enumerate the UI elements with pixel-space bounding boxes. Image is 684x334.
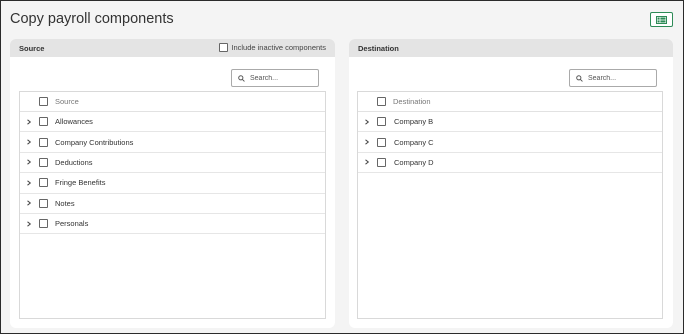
list-item-label: Allowances: [55, 117, 93, 127]
chevron-right-icon[interactable]: [363, 118, 371, 126]
chevron-right-icon[interactable]: [363, 158, 371, 166]
list-item[interactable]: Notes: [20, 194, 325, 214]
list-item[interactable]: Deductions: [20, 153, 325, 174]
destination-tree: Destination Company B Company C Company …: [357, 91, 663, 319]
item-checkbox[interactable]: [39, 198, 48, 208]
list-item-label: Deductions: [55, 157, 93, 167]
include-inactive-checkbox[interactable]: [219, 43, 229, 52]
source-search-input[interactable]: [250, 74, 310, 82]
item-checkbox[interactable]: [377, 137, 386, 147]
source-tree: Source Allowances Company Contributions …: [19, 91, 326, 319]
item-checkbox[interactable]: [39, 219, 48, 229]
list-item-label: Fringe Benefits: [55, 178, 106, 188]
destination-search-input[interactable]: [588, 74, 648, 82]
item-checkbox[interactable]: [377, 117, 386, 127]
list-item[interactable]: Company D: [358, 153, 662, 174]
item-checkbox[interactable]: [377, 157, 386, 167]
item-checkbox[interactable]: [39, 157, 48, 167]
source-column-header: Source: [55, 97, 79, 106]
list-item-label: Company D: [394, 157, 434, 167]
select-all-source-checkbox[interactable]: [39, 97, 48, 106]
list-item-label: Company C: [394, 137, 434, 147]
source-panel-header: Source Include inactive components: [10, 39, 335, 57]
source-panel: Source Include inactive components Sourc…: [10, 39, 335, 328]
chevron-right-icon[interactable]: [25, 220, 33, 228]
list-item-label: Personals: [55, 219, 89, 229]
list-item[interactable]: Company Contributions: [20, 132, 325, 153]
chevron-right-icon[interactable]: [25, 179, 33, 187]
dialog-frame: Copy payroll components Source Include i…: [0, 0, 684, 334]
chevron-right-icon[interactable]: [25, 138, 33, 146]
include-inactive-toggle[interactable]: Include inactive components: [219, 43, 326, 52]
destination-panel: Destination Destination Company B: [349, 39, 673, 328]
destination-search[interactable]: [569, 69, 657, 87]
list-item-label: Company Contributions: [55, 137, 134, 147]
destination-header-label: Destination: [358, 43, 399, 53]
include-inactive-label: Include inactive components: [231, 43, 326, 52]
export-button[interactable]: [650, 12, 673, 27]
select-all-destination-checkbox[interactable]: [377, 97, 386, 106]
list-item[interactable]: Allowances: [20, 112, 325, 133]
item-checkbox[interactable]: [39, 178, 48, 188]
chevron-right-icon[interactable]: [363, 138, 371, 146]
chevron-right-icon[interactable]: [25, 158, 33, 166]
list-item-label: Company B: [394, 117, 434, 127]
source-header-label: Source: [19, 43, 45, 53]
chevron-right-icon[interactable]: [25, 199, 33, 207]
list-item[interactable]: Personals: [20, 214, 325, 235]
source-search[interactable]: [231, 69, 319, 87]
search-icon: [576, 74, 583, 82]
page-title: Copy payroll components: [10, 11, 174, 27]
item-checkbox[interactable]: [39, 137, 48, 147]
destination-column-header: Destination: [393, 97, 431, 106]
item-checkbox[interactable]: [39, 117, 48, 127]
destination-tree-header: Destination: [358, 92, 662, 112]
search-icon: [238, 74, 245, 82]
chevron-right-icon[interactable]: [25, 118, 33, 126]
destination-panel-header: Destination: [349, 39, 673, 57]
source-tree-header: Source: [20, 92, 325, 112]
list-item[interactable]: Company B: [358, 112, 662, 133]
list-item-label: Notes: [55, 198, 75, 208]
list-item[interactable]: Company C: [358, 132, 662, 153]
list-item[interactable]: Fringe Benefits: [20, 173, 325, 194]
spreadsheet-icon: [656, 15, 667, 24]
